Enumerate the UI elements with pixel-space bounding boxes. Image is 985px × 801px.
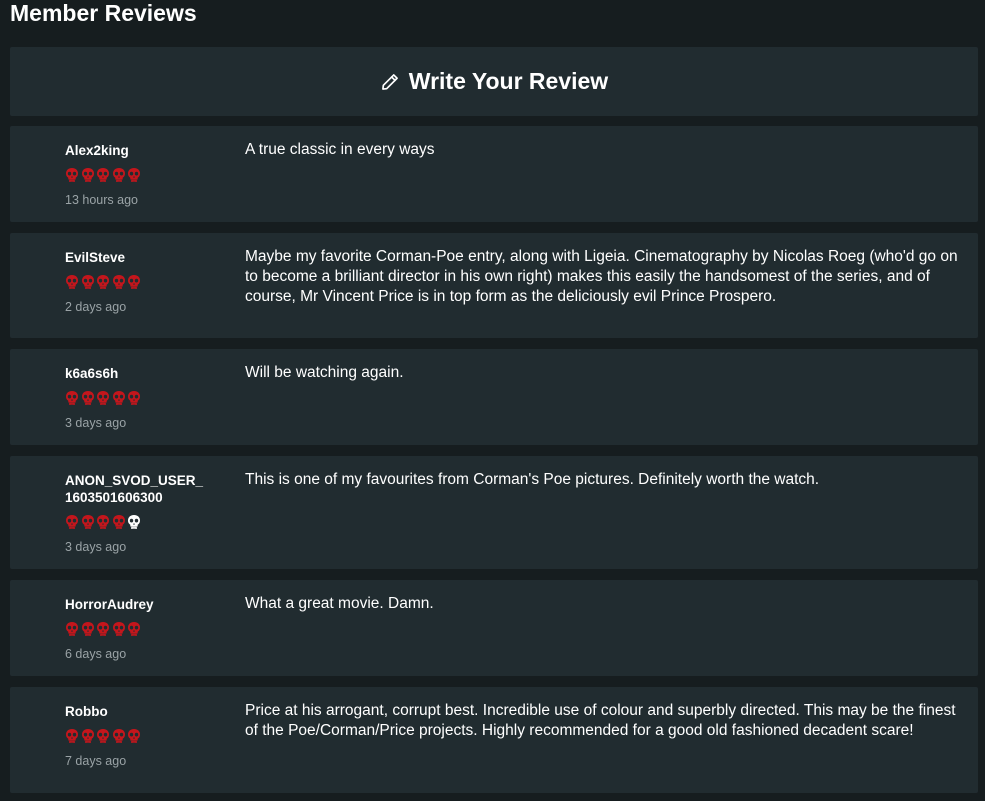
review-text: Maybe my favorite Corman-Poe entry, alon… [245,248,958,305]
review-username[interactable]: Alex2king [65,142,210,159]
skull-filled-icon [81,391,94,405]
skull-rating [65,621,143,639]
skull-rating [65,728,143,746]
skull-filled-icon [97,622,109,636]
write-review-label: Write Your Review [408,68,609,94]
skull-filled-icon [81,729,94,743]
review-username[interactable]: k6a6s6h [65,365,210,382]
review-text: This is one of my favourites from Corman… [245,471,820,488]
skull-filled-icon [112,391,125,405]
skull-filled-icon [112,729,125,743]
skull-filled-icon [97,168,109,182]
skull-filled-icon [97,275,109,289]
skull-rating [65,167,143,185]
skull-filled-icon [97,729,109,743]
skull-empty-icon [128,515,140,529]
skull-filled-icon [81,275,94,289]
review-text: What a great movie. Damn. [245,595,434,612]
review-timestamp: 3 days ago [65,540,127,554]
skull-filled-icon [128,622,140,636]
skull-rating [65,390,143,408]
member-reviews-page: Member Reviews Write Your Review Alex2ki… [0,0,985,801]
skull-filled-icon [66,391,78,405]
skull-filled-icon [81,168,94,182]
skull-filled-icon [66,275,78,289]
review-username[interactable]: Robbo [65,703,210,720]
skull-filled-icon [66,515,78,529]
review-card: Alex2king 13 hours ago A true classic in… [10,126,978,222]
review-card: Robbo 7 days ago Price at his arrogant, … [10,687,978,793]
skull-filled-icon [128,391,140,405]
skull-filled-icon [128,168,140,182]
review-card: ANON_SVOD_USER_1603501606300 3 days ago … [10,456,978,569]
skull-filled-icon [128,729,140,743]
skull-filled-icon [97,515,109,529]
review-text: Price at his arrogant, corrupt best. Inc… [245,702,956,739]
skull-filled-icon [66,729,78,743]
skull-filled-icon [66,168,78,182]
skull-filled-icon [112,168,125,182]
review-timestamp: 13 hours ago [65,193,138,207]
review-timestamp: 3 days ago [65,416,127,430]
write-review-button[interactable]: Write Your Review [10,47,978,116]
review-card: HorrorAudrey 6 days ago What a great mov… [10,580,978,676]
skull-filled-icon [81,515,94,529]
review-text: A true classic in every ways [245,141,435,158]
page-title: Member Reviews [10,0,197,26]
skull-rating [65,274,143,292]
review-username[interactable]: EvilSteve [65,249,210,266]
skull-filled-icon [66,622,78,636]
review-text: Will be watching again. [245,364,404,381]
review-username[interactable]: ANON_SVOD_USER_1603501606300 [65,472,210,506]
review-timestamp: 6 days ago [65,647,127,661]
skull-filled-icon [97,391,109,405]
skull-filled-icon [112,515,125,529]
review-timestamp: 7 days ago [65,754,127,768]
skull-filled-icon [112,622,125,636]
review-username[interactable]: HorrorAudrey [65,596,210,613]
skull-filled-icon [81,622,94,636]
review-card: EvilSteve 2 days ago Maybe my favorite C… [10,233,978,338]
skull-rating [65,514,143,532]
skull-filled-icon [128,275,140,289]
review-timestamp: 2 days ago [65,300,127,314]
pencil-icon [381,73,398,90]
review-card: k6a6s6h 3 days ago Will be watching agai… [10,349,978,445]
skull-filled-icon [112,275,125,289]
